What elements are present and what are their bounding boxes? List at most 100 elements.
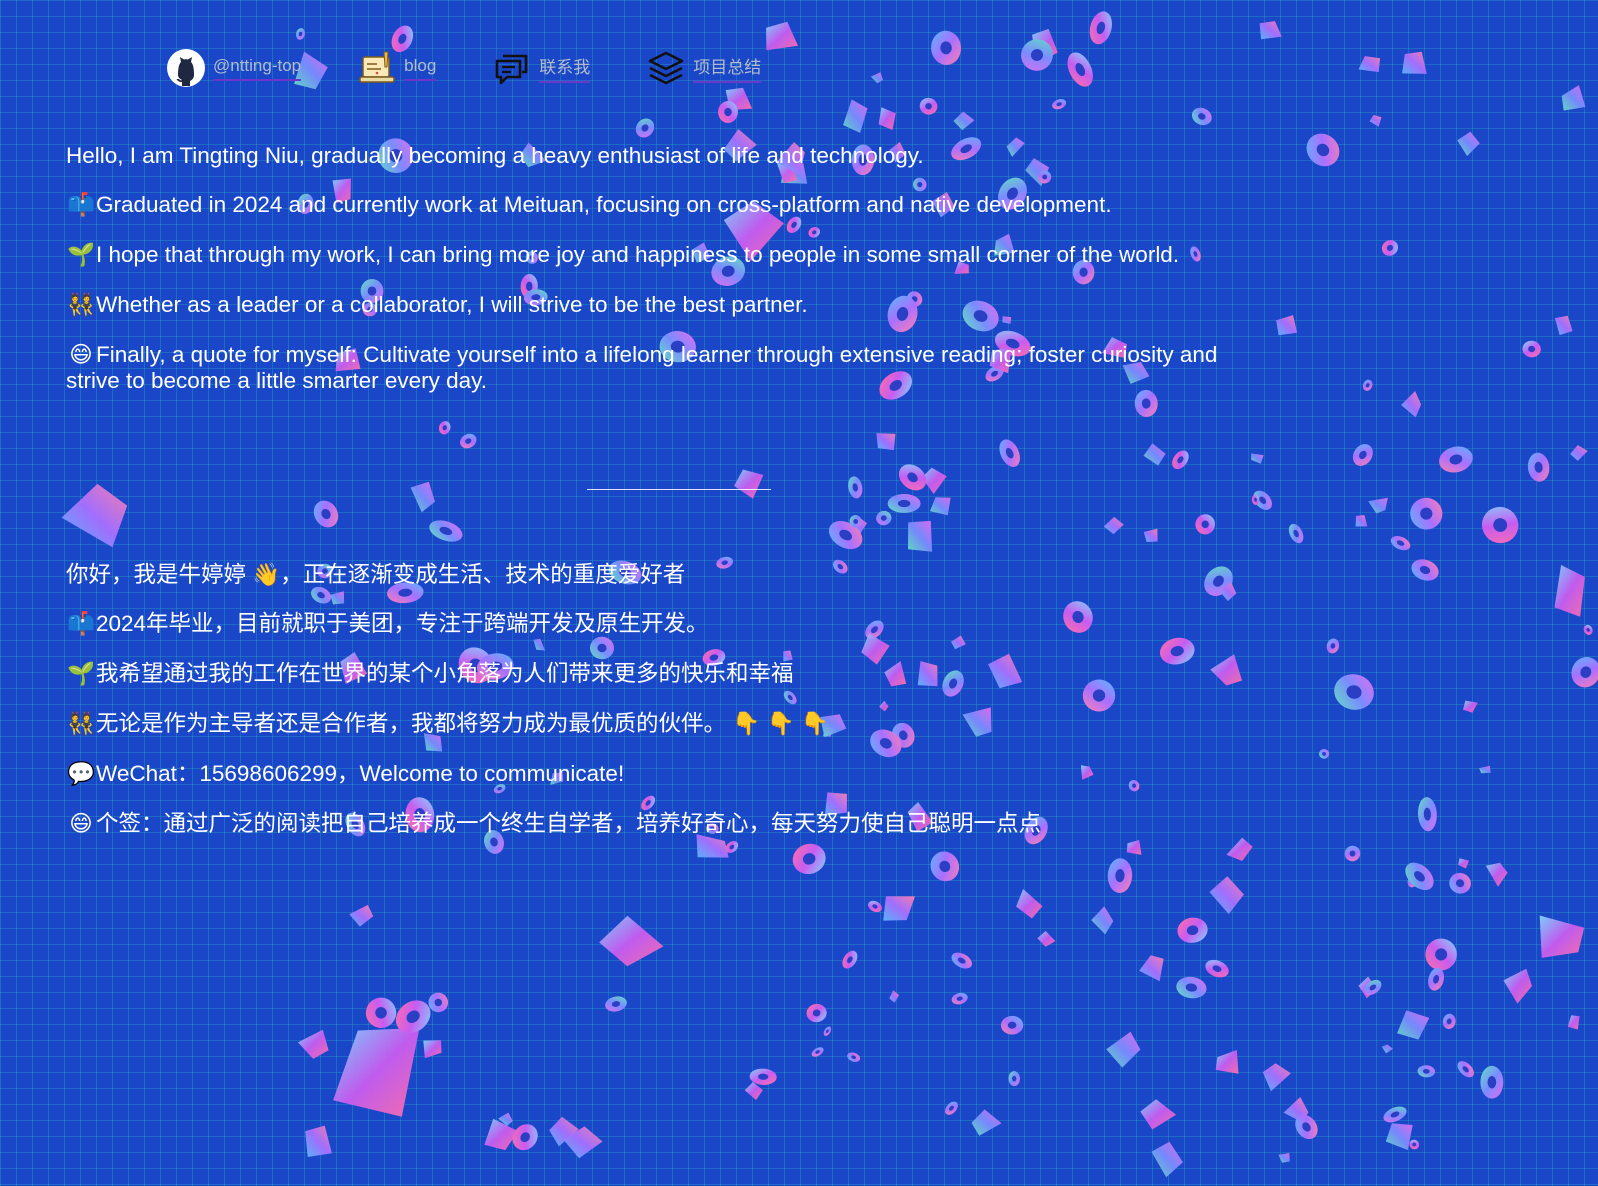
floating-pyramid [1032, 28, 1058, 65]
floating-torus-hole [1396, 540, 1405, 546]
mailbox-icon: 📫 [66, 192, 95, 218]
floating-torus [849, 515, 862, 528]
intro-line: 📫2024年毕业，目前就职于美团，专注于跨端开发及原生开发。 [66, 611, 1246, 637]
floating-torus [1457, 1061, 1474, 1078]
floating-pyramid [1397, 1010, 1430, 1040]
floating-torus-hole [847, 956, 853, 964]
floating-torus [1481, 506, 1519, 544]
floating-torus-hole [1198, 113, 1206, 120]
floating-pyramid [1276, 315, 1298, 336]
floating-pyramid [1358, 56, 1381, 73]
floating-torus-hole [1007, 1021, 1017, 1029]
nav-blog-label: blog [404, 56, 437, 81]
floating-torus [811, 1047, 824, 1057]
floating-pyramid [1385, 1123, 1413, 1150]
floating-torus [1417, 1065, 1436, 1078]
floating-torus [828, 520, 863, 550]
intro-line: 😄 Finally, a quote for myself: Cultivate … [66, 342, 1246, 393]
floating-pyramid [878, 107, 896, 130]
nav-contact-link[interactable]: 联系我 [492, 48, 591, 88]
floating-torus-hole [1423, 807, 1431, 821]
floating-torus-hole [1316, 143, 1330, 157]
floating-torus-hole [439, 526, 453, 536]
floating-pyramid [333, 1028, 420, 1117]
nav-github-link[interactable]: @ntting-top [166, 48, 302, 88]
floating-torus [1407, 875, 1418, 888]
floating-torus-hole [1446, 1018, 1452, 1025]
floating-pyramid [61, 483, 128, 548]
floating-pyramid [1401, 391, 1422, 418]
floating-torus [1253, 490, 1272, 510]
floating-pyramid [563, 1126, 603, 1159]
floating-pyramid [843, 99, 868, 133]
intro-english: Hello, I am Tingting Niu, gradually beco… [66, 143, 1246, 417]
floating-torus-hole [520, 1132, 530, 1143]
floating-pyramid [921, 467, 947, 494]
mailbox-icon: 📫 [66, 611, 95, 637]
floating-pyramid [1485, 862, 1508, 887]
floating-torus-hole [1390, 1111, 1400, 1118]
floating-torus-hole [1075, 63, 1086, 77]
floating-torus-hole [940, 41, 952, 55]
floating-torus-hole [956, 996, 963, 1001]
floating-torus [1405, 862, 1434, 891]
floating-torus-hole [1422, 1068, 1430, 1074]
floating-torus-hole [1493, 518, 1508, 532]
floating-torus [1362, 379, 1373, 391]
floating-torus-hole [815, 1050, 820, 1054]
floating-torus [898, 464, 927, 491]
floating-pyramid [1278, 1153, 1290, 1163]
floating-pyramid [349, 904, 374, 927]
floating-torus-hole [1212, 965, 1222, 972]
floating-torus [1318, 749, 1330, 759]
floating-pyramid [1016, 889, 1043, 919]
floating-torus [1334, 674, 1374, 710]
floating-torus [1067, 52, 1093, 87]
floating-torus [1383, 1106, 1407, 1123]
seedling-icon: 🌱 [66, 242, 95, 268]
floating-torus [868, 900, 882, 913]
floating-torus-hole [897, 499, 911, 508]
intro-graduation: Graduated in 2024 and currently work at … [96, 192, 1112, 217]
floating-torus-hole [442, 425, 447, 431]
chat-bubble-icon [492, 48, 532, 88]
floating-torus-hole [1487, 1076, 1497, 1089]
intro-cn-graduation: 2024年毕业，目前就职于美团，专注于跨端开发及原生开发。 [96, 611, 709, 636]
floating-torus [1527, 452, 1550, 482]
nav-blog-link[interactable]: blog [357, 48, 437, 88]
floating-torus-hole [1449, 454, 1463, 465]
floating-pyramid [1259, 21, 1282, 40]
floating-pyramid [305, 1125, 332, 1157]
floating-torus-hole [907, 472, 918, 483]
floating-torus-hole [1115, 869, 1125, 883]
floating-torus [1191, 107, 1212, 126]
floating-torus-hole [758, 1073, 769, 1080]
floating-pyramid [1283, 1097, 1309, 1123]
floating-torus [1439, 446, 1473, 473]
floating-pyramid [744, 1082, 763, 1100]
floating-torus-hole [1410, 879, 1415, 884]
partners-icon: 👯 [66, 711, 95, 737]
floating-torus [1425, 938, 1457, 971]
floating-pyramid [1539, 915, 1585, 958]
floating-torus [1449, 872, 1471, 894]
floating-torus [1089, 11, 1112, 45]
intro-line: 💬WeChat：15698606299，Welcome to communica… [66, 761, 1246, 787]
floating-torus-hole [1349, 850, 1356, 857]
nav-projects-link[interactable]: 项目总结 [646, 48, 762, 88]
nav-github-label: @ntting-top [213, 56, 302, 81]
floating-torus [1442, 1013, 1456, 1030]
floating-pyramid [1209, 876, 1244, 915]
floating-torus [1409, 1139, 1420, 1150]
floating-torus-hole [1096, 21, 1106, 35]
floating-torus [887, 493, 921, 514]
floating-torus [1008, 1071, 1020, 1087]
speech-bubble-icon: 💬 [66, 761, 95, 787]
floating-pyramid [1554, 315, 1573, 336]
floating-torus [1522, 340, 1541, 358]
floating-torus-hole [1386, 244, 1394, 251]
floating-torus [429, 520, 463, 542]
floating-pyramid [953, 111, 975, 131]
floating-torus-hole [724, 107, 732, 117]
floating-torus-hole [375, 1007, 387, 1019]
